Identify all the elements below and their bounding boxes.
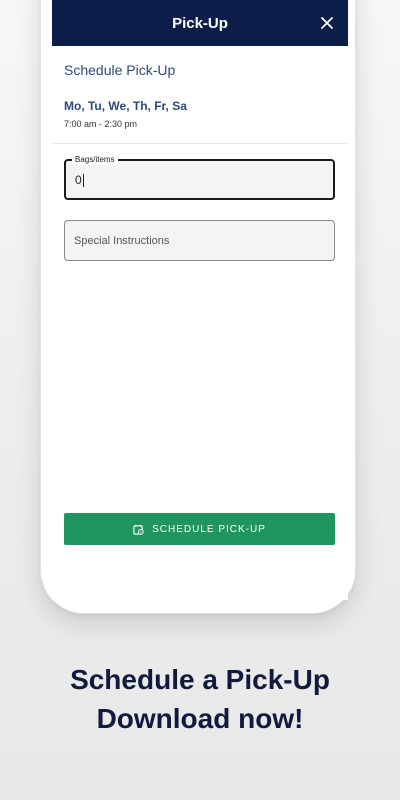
pickup-hours: 7:00 am - 2:30 pm: [64, 119, 138, 129]
bags-items-value[interactable]: 0: [75, 174, 84, 187]
divider: [52, 143, 348, 144]
schedule-pickup-button[interactable]: SCHEDULE PICK-UP: [64, 513, 335, 545]
app-header: Pick-Up: [52, 0, 348, 46]
phone-side-button: [356, 100, 360, 114]
promo-headline: Schedule a Pick-Up: [70, 664, 330, 695]
phone-side-button: [356, 184, 360, 190]
pickup-days: Mo, Tu, We, Th, Fr, Sa: [64, 99, 187, 113]
schedule-title: Schedule Pick-Up: [64, 62, 176, 78]
app-screen: Pick-Up Schedule Pick-Up Mo, Tu, We, Th,…: [52, 0, 348, 600]
bags-items-label: Bags/items: [72, 155, 118, 165]
close-button[interactable]: [318, 14, 336, 32]
special-instructions-field[interactable]: Special Instructions: [64, 220, 335, 261]
phone-side-button: [356, 250, 360, 270]
header-title: Pick-Up: [172, 14, 228, 32]
close-icon: [321, 17, 333, 29]
promo-subheadline: Download now!: [96, 703, 304, 734]
calendar-clock-icon: [133, 524, 144, 535]
bags-items-field[interactable]: Bags/items 0: [64, 155, 335, 200]
schedule-pickup-label: SCHEDULE PICK-UP: [152, 523, 266, 535]
special-instructions-placeholder: Special Instructions: [74, 235, 170, 247]
